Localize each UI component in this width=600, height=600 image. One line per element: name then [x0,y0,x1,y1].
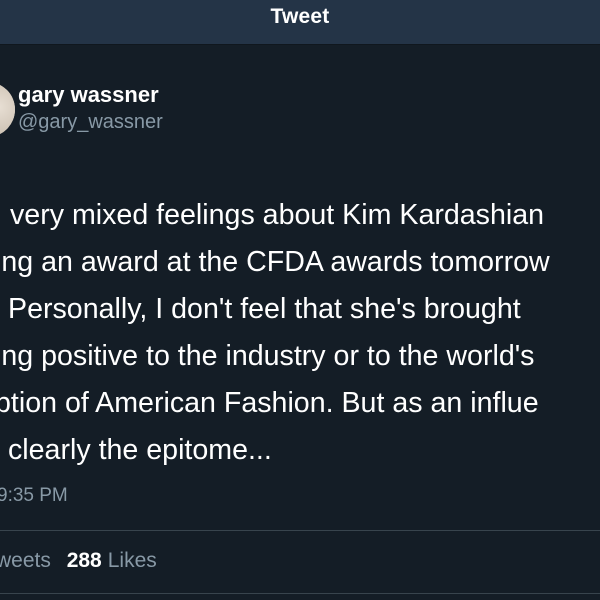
tweet-text-line: ing positive to the industry or to the w… [0,340,535,372]
tweet-timestamp: 9:35 PM [0,485,68,506]
tweet-text-line: very mixed feelings about Kim Kardashian [10,199,545,231]
tweet-detail-screen: Tweet gary wassner @gary_wassner very mi… [0,0,600,600]
tweet-text-line: clearly the epitome... [8,434,272,466]
author-handle[interactable]: @gary_wassner [18,111,163,134]
tweet-body: very mixed feelings about Kim Kardashian… [0,192,600,474]
tweet-text-line: ing an award at the CFDA awards tomorrow [0,246,550,278]
avatar[interactable] [0,82,15,137]
nav-title: Tweet [270,5,330,28]
stats-bottom-divider [0,593,600,594]
retweets-label[interactable]: weets [0,549,51,572]
tweet-text-line: Personally, I don't feel that she's brou… [8,293,521,325]
author-display-name[interactable]: gary wassner [18,82,159,108]
likes-count[interactable]: 288 [67,549,102,572]
likes-label[interactable]: Likes [108,549,157,572]
tweet-text-line: ption of American Fashion. But as an inf… [0,387,539,419]
stats-top-divider [0,530,600,531]
avatar-image [0,82,15,137]
engagement-stats: weets 288 Likes [0,549,157,573]
navigation-bar: Tweet [0,0,600,45]
